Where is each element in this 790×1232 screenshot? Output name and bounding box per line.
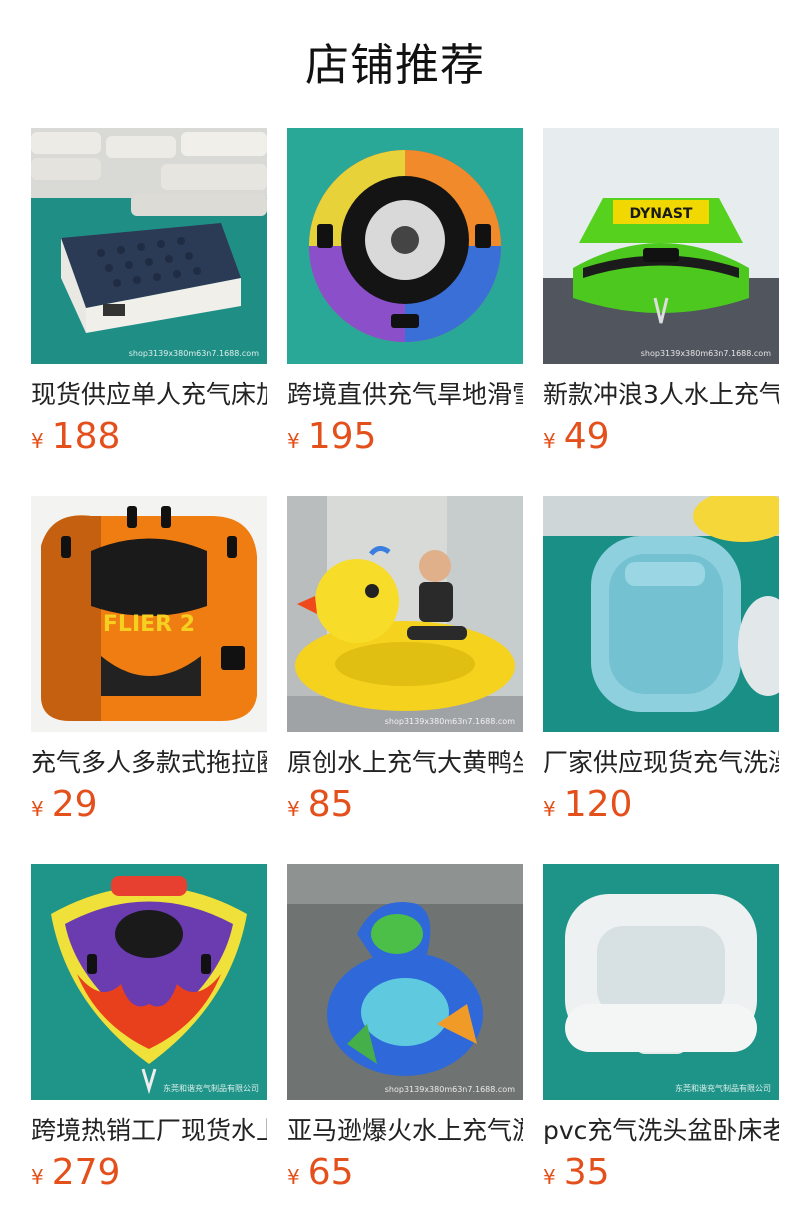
price-amount: 65 — [307, 1152, 354, 1193]
product-price: ¥120 — [543, 784, 632, 826]
watermark-text: shop3139x380m63n7.1688.com — [128, 349, 259, 358]
page-title: 店铺推荐 — [305, 40, 485, 91]
watermark-text: 东莞和谐充气制品有限公司 — [675, 1084, 771, 1093]
product-card-1[interactable]: shop3139x380m63n7.1688.com 现货供应单人充气床加高双层… — [31, 128, 267, 458]
product-price: ¥49 — [543, 416, 610, 458]
product-card-4[interactable]: FLIER 2 充气多人多款式拖拉圈 ¥29 — [31, 496, 267, 826]
currency-symbol: ¥ — [543, 1165, 556, 1189]
flier-tube-photo[interactable]: FLIER 2 — [31, 496, 267, 732]
product-name[interactable]: 亚马逊爆火水上充气游泳圈 — [287, 1114, 523, 1148]
price-amount: 35 — [563, 1152, 610, 1193]
currency-symbol: ¥ — [543, 429, 556, 453]
price-amount: 195 — [307, 416, 377, 457]
product-card-7[interactable]: 东莞和谐充气制品有限公司 跨境热销工厂现货水上拖圈 ¥279 — [31, 864, 267, 1194]
product-name[interactable]: 跨境热销工厂现货水上拖圈 — [31, 1114, 267, 1148]
price-amount: 29 — [51, 784, 98, 825]
currency-symbol: ¥ — [31, 797, 44, 821]
product-price: ¥29 — [31, 784, 98, 826]
bathtub-photo[interactable] — [543, 496, 779, 732]
currency-symbol: ¥ — [287, 797, 300, 821]
watermark-text: shop3139x380m63n7.1688.com — [640, 349, 771, 358]
currency-symbol: ¥ — [287, 1165, 300, 1189]
product-card-8[interactable]: shop3139x380m63n7.1688.com 亚马逊爆火水上充气游泳圈 … — [287, 864, 523, 1194]
product-name[interactable]: 新款冲浪3人水上充气拖圈 — [543, 378, 779, 412]
kids-float-photo[interactable]: shop3139x380m63n7.1688.com — [287, 864, 523, 1100]
product-price: ¥195 — [287, 416, 376, 458]
product-price: ¥85 — [287, 784, 354, 826]
product-card-6[interactable]: 厂家供应现货充气洗澡盆 ¥120 — [543, 496, 779, 826]
product-name[interactable]: pvc充气洗头盆卧床老人 — [543, 1114, 779, 1148]
watermark-text: 东莞和谐充气制品有限公司 — [163, 1084, 259, 1093]
price-amount: 120 — [563, 784, 633, 825]
currency-symbol: ¥ — [31, 1165, 44, 1189]
star-towable-photo[interactable]: 东莞和谐充气制品有限公司 — [31, 864, 267, 1100]
product-price: ¥65 — [287, 1152, 354, 1194]
svg-text:DYNAST: DYNAST — [630, 206, 693, 222]
price-amount: 85 — [307, 784, 354, 825]
product-price: ¥35 — [543, 1152, 610, 1194]
currency-symbol: ¥ — [543, 797, 556, 821]
price-amount: 188 — [51, 416, 121, 457]
price-amount: 279 — [51, 1152, 121, 1193]
product-name[interactable]: 厂家供应现货充气洗澡盆 — [543, 746, 779, 780]
product-name[interactable]: 充气多人多款式拖拉圈 — [31, 746, 267, 780]
wash-basin-photo[interactable]: 东莞和谐充气制品有限公司 — [543, 864, 779, 1100]
air-bed-photo[interactable]: shop3139x380m63n7.1688.com — [31, 128, 267, 364]
towable-tube-photo[interactable]: DYNAST shop3139x380m63n7.1688.com — [543, 128, 779, 364]
watermark-text: shop3139x380m63n7.1688.com — [384, 717, 515, 726]
svg-text:FLIER 2: FLIER 2 — [103, 612, 195, 637]
product-name[interactable]: 原创水上充气大黄鸭坐骑 — [287, 746, 523, 780]
currency-symbol: ¥ — [31, 429, 44, 453]
product-card-2[interactable]: 跨境直供充气旱地滑雪圈 ¥195 — [287, 128, 523, 458]
duck-float-photo[interactable]: shop3139x380m63n7.1688.com — [287, 496, 523, 732]
product-price: ¥188 — [31, 416, 120, 458]
product-name[interactable]: 跨境直供充气旱地滑雪圈 — [287, 378, 523, 412]
product-card-5[interactable]: shop3139x380m63n7.1688.com 原创水上充气大黄鸭坐骑 ¥… — [287, 496, 523, 826]
currency-symbol: ¥ — [287, 429, 300, 453]
watermark-text: shop3139x380m63n7.1688.com — [384, 1085, 515, 1094]
snow-tube-photo[interactable] — [287, 128, 523, 364]
product-card-9[interactable]: 东莞和谐充气制品有限公司 pvc充气洗头盆卧床老人 ¥35 — [543, 864, 779, 1194]
product-name[interactable]: 现货供应单人充气床加高双层立体自动充气床 — [31, 378, 267, 412]
product-card-3[interactable]: DYNAST shop3139x380m63n7.1688.com 新款冲浪3人… — [543, 128, 779, 458]
product-price: ¥279 — [31, 1152, 120, 1194]
price-amount: 49 — [563, 416, 610, 457]
